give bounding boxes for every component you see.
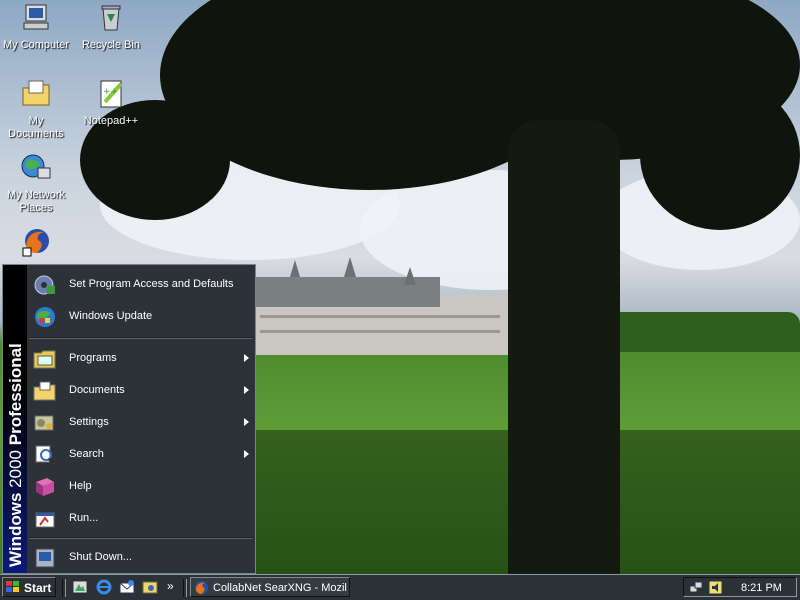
menu-item-label: Search <box>69 448 104 460</box>
menu-item-label: Settings <box>69 416 109 428</box>
castle-image <box>250 257 510 355</box>
menu-separator <box>29 337 253 339</box>
menu-item-label: Help <box>69 480 92 492</box>
firefox-shortcut-icon <box>22 229 49 257</box>
settings-icon <box>34 415 54 431</box>
help-icon <box>36 478 54 496</box>
internet-explorer-icon[interactable] <box>96 579 112 595</box>
computer-icon <box>23 4 49 30</box>
programs-icon <box>33 350 56 369</box>
submenu-arrow-icon <box>244 386 249 394</box>
menu-item-programs[interactable]: Programs <box>27 343 255 375</box>
notepad-plus-plus-icon: ++ <box>100 80 123 108</box>
banner-version: 2000 <box>6 449 25 488</box>
start-label: Start <box>24 581 52 595</box>
run-icon <box>35 512 55 528</box>
banner-text: Windows 2000 Professional <box>6 343 26 567</box>
desktop-icon-recycle-bin[interactable]: Recycle Bin <box>73 2 149 52</box>
desktop-icon-label: Recycle Bin <box>81 39 141 51</box>
windows-logo-icon <box>6 581 19 592</box>
network-places-icon <box>21 154 51 179</box>
menu-item-set-program-access[interactable]: Set Program Access and Defaults <box>27 269 255 301</box>
start-button[interactable]: Start <box>2 577 56 597</box>
windows-update-icon <box>35 307 55 327</box>
banner-edition: Professional <box>6 343 25 446</box>
program-access-icon <box>34 275 55 295</box>
treeline <box>600 312 800 352</box>
desktop-icon-label: Notepad++ <box>83 115 139 127</box>
desktop-icon-label: My Computer <box>2 39 70 51</box>
desktop-icon-notepad-plus-plus[interactable]: ++ Notepad++ <box>73 78 149 128</box>
desktop-icon-my-network-places[interactable]: My Network Places <box>0 152 74 215</box>
taskbar-button-label: CollabNet SearXNG - Mozil... <box>213 582 347 594</box>
taskbar-button-firefox[interactable]: CollabNet SearXNG - Mozil... <box>190 577 350 597</box>
network-tray-icon[interactable] <box>689 580 704 595</box>
start-menu: Windows 2000 Professional Set Program Ac… <box>2 264 256 574</box>
system-tray: 8:21 PM <box>683 577 797 597</box>
menu-item-windows-update[interactable]: Windows Update <box>27 301 255 333</box>
menu-item-documents[interactable]: Documents <box>27 375 255 407</box>
documents-icon <box>33 381 56 401</box>
desktop-icon-firefox[interactable] <box>0 226 74 263</box>
menu-item-help[interactable]: Help <box>27 471 255 503</box>
menu-item-run[interactable]: Run... <box>27 503 255 535</box>
submenu-arrow-icon <box>244 450 249 458</box>
menu-item-label: Shut Down... <box>69 551 132 563</box>
menu-item-label: Programs <box>69 352 117 364</box>
submenu-arrow-icon <box>244 354 249 362</box>
menu-item-shut-down[interactable]: Shut Down... <box>27 542 255 574</box>
menu-separator <box>29 537 253 539</box>
desktop-icon-my-documents[interactable]: My Documents <box>0 78 74 141</box>
tree-trunk <box>508 120 620 574</box>
desktop-icon-label: My Documents <box>8 115 64 140</box>
quick-launch-chevron[interactable]: » <box>167 579 174 593</box>
menu-item-label: Run... <box>69 512 99 524</box>
volume-tray-icon[interactable] <box>708 580 723 595</box>
show-desktop-icon[interactable] <box>72 579 88 595</box>
firefox-icon <box>194 580 209 595</box>
start-menu-banner: Windows 2000 Professional <box>3 265 27 573</box>
tree-canopy <box>640 80 800 230</box>
svg-text:++: ++ <box>103 87 118 97</box>
taskbar: Start » CollabNet SearXNG - Mozil... 8:2… <box>0 574 800 600</box>
outlook-express-icon[interactable] <box>119 579 135 595</box>
clock[interactable]: 8:21 PM <box>741 582 782 594</box>
recycle-bin-icon <box>101 5 121 31</box>
submenu-arrow-icon <box>244 418 249 426</box>
toolbar-grip[interactable] <box>62 579 66 597</box>
menu-item-label: Windows Update <box>69 310 153 322</box>
banner-windows: Windows <box>6 492 25 567</box>
desktop-icon-label: My Network Places <box>6 189 66 214</box>
documents-folder-icon <box>22 80 50 106</box>
menu-item-settings[interactable]: Settings <box>27 407 255 439</box>
desktop-icon-my-computer[interactable]: My Computer <box>0 2 74 52</box>
menu-item-search[interactable]: Search <box>27 439 255 471</box>
media-icon[interactable] <box>142 579 158 595</box>
menu-item-label: Set Program Access and Defaults <box>69 278 234 290</box>
shutdown-icon <box>35 548 55 568</box>
search-icon <box>35 445 57 466</box>
menu-item-label: Documents <box>69 384 125 396</box>
toolbar-grip[interactable] <box>183 579 187 597</box>
